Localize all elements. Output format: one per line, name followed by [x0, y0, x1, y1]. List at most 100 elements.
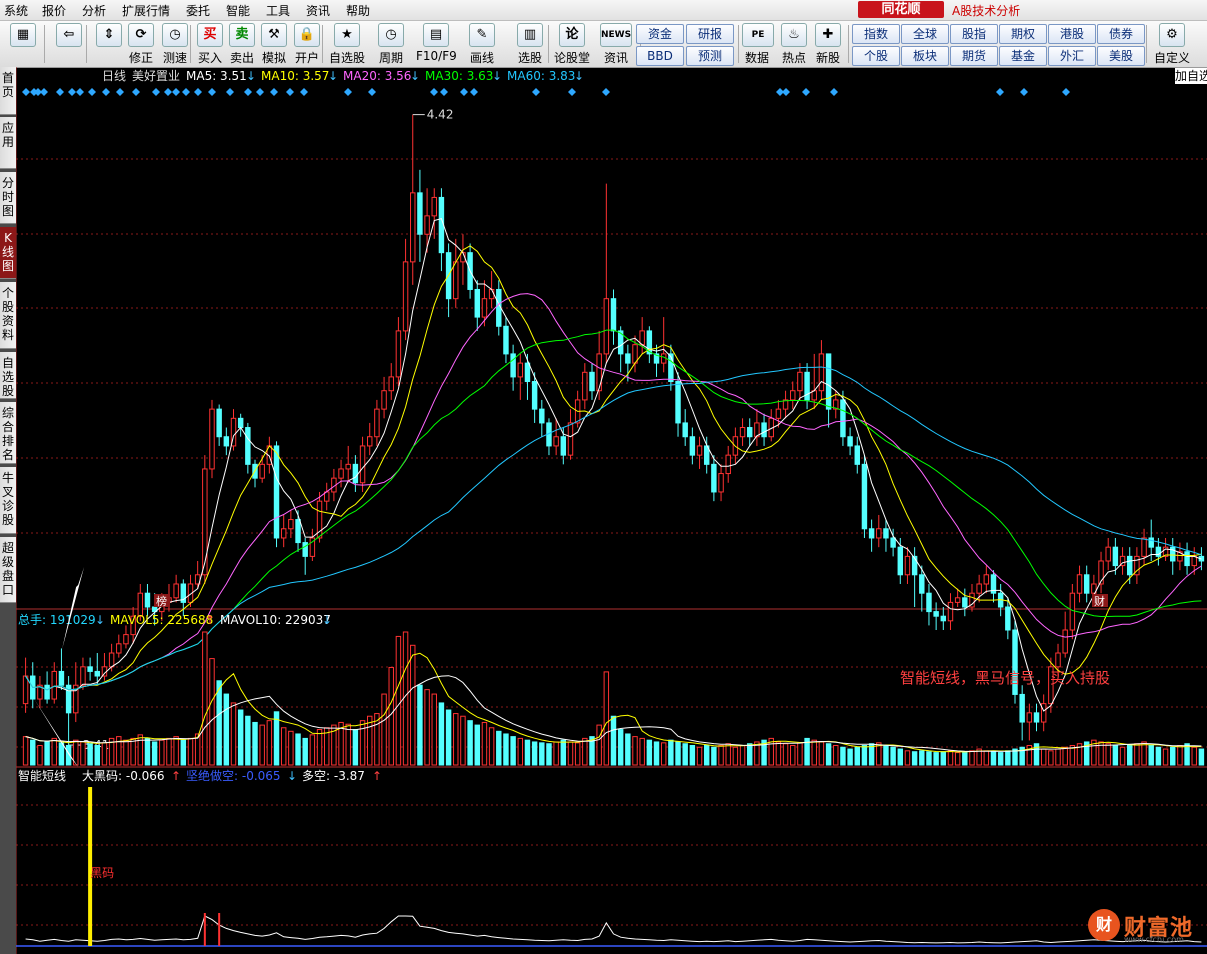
signal-diamond-icon	[152, 88, 160, 96]
side-tab-3[interactable]: K线图	[0, 227, 16, 279]
candle	[288, 519, 294, 530]
volume-bar	[302, 737, 308, 766]
candle	[668, 353, 674, 383]
candle	[453, 261, 459, 300]
volume-bar	[345, 723, 351, 766]
toolbar-button-1[interactable]: ⇦	[52, 23, 86, 49]
toolbar-button-18[interactable]: ✚ 新股	[812, 23, 844, 66]
signal-diamond-icon	[460, 88, 468, 96]
menu-item-4[interactable]: 委托	[186, 2, 210, 19]
stock-chart[interactable]: 4.423.41日线美好置业MA5: 3.51↓MA10: 3.57↓MA20:…	[16, 67, 1207, 954]
market-button-0-5[interactable]: 债券	[1097, 24, 1145, 44]
side-tab-1[interactable]: 应用	[0, 117, 16, 169]
menu-item-0[interactable]: 系统	[4, 2, 28, 19]
toolbar-button-13[interactable]: ▥ 选股	[512, 23, 548, 66]
ma-line	[25, 366, 1202, 691]
market-button-0-1[interactable]: 全球	[901, 24, 949, 44]
volume-bar	[940, 751, 947, 766]
signal-diamond-icon	[194, 88, 202, 96]
volume-bar	[732, 746, 739, 766]
toolbar-button-5[interactable]: 买买入	[196, 23, 224, 66]
toolbar-button-17[interactable]: ♨ 热点	[778, 23, 810, 66]
toolbar-label: 模拟	[261, 51, 286, 65]
volume-bar	[696, 746, 703, 766]
legend-arrow-icon: ↑	[372, 769, 382, 783]
menu-item-1[interactable]: 报价	[42, 2, 66, 19]
candle	[352, 463, 359, 484]
toolbar-button-12[interactable]: ✎ 画线	[462, 23, 502, 66]
volume-bar	[947, 750, 954, 766]
candle	[410, 192, 416, 263]
side-tab-4[interactable]: 个股资料	[0, 282, 16, 349]
market-button-0-2[interactable]: 股指	[950, 24, 998, 44]
side-tab-0[interactable]: 首页	[0, 67, 16, 115]
candle	[976, 583, 982, 594]
toolbar-button-2[interactable]: ⇕	[94, 23, 124, 49]
toolbar-button-6[interactable]: 卖卖出	[228, 23, 256, 66]
toolbar-button-16[interactable]: PE 数据	[742, 23, 774, 66]
volume-bar	[87, 743, 93, 766]
volume-bar	[890, 746, 896, 766]
market-button-1-1[interactable]: 板块	[901, 46, 949, 66]
side-tab-2[interactable]: 分时图	[0, 172, 16, 224]
market-button-0-4[interactable]: 港股	[1048, 24, 1096, 44]
signal-diamond-icon	[996, 88, 1004, 96]
quick-button-0-1[interactable]: 研报	[686, 24, 734, 44]
menu-item-5[interactable]: 智能	[226, 2, 250, 19]
toolbar-button-14[interactable]: 论论股堂	[552, 23, 592, 66]
side-tab-7[interactable]: 牛叉诊股	[0, 467, 16, 534]
toolbar-button-8[interactable]: 🔒 开户	[292, 23, 322, 66]
candle	[108, 652, 115, 668]
toolbar-button-9[interactable]: ★ 自选股	[328, 23, 366, 66]
candle	[825, 353, 832, 410]
add-to-watchlist-button[interactable]: 加自选	[1175, 68, 1207, 84]
volume-bar	[80, 741, 86, 766]
volume-bar	[144, 737, 151, 766]
menu-item-2[interactable]: 分析	[82, 2, 106, 19]
quick-button-1-1[interactable]: 预测	[686, 46, 734, 66]
toolbar-button-4[interactable]: ◷ 测速	[160, 23, 190, 66]
menu-item-7[interactable]: 资讯	[306, 2, 330, 19]
market-button-1-0[interactable]: 个股	[852, 46, 900, 66]
side-tab-8[interactable]: 超级盘口	[0, 537, 16, 603]
candle	[503, 325, 509, 355]
candle	[1040, 703, 1047, 723]
market-button-0-0[interactable]: 指数	[852, 24, 900, 44]
market-button-1-3[interactable]: 基金	[999, 46, 1047, 66]
candle	[1083, 574, 1090, 594]
candle	[947, 601, 954, 622]
menu-item-6[interactable]: 工具	[266, 2, 290, 19]
volume-bar	[359, 720, 366, 766]
toolbar-label: 热点	[781, 51, 806, 65]
toolbar-button-19[interactable]: ⚙ 自定义	[1152, 23, 1192, 66]
grid-icon: ▦	[10, 23, 36, 47]
quick-button-1-0[interactable]: BBD	[636, 46, 684, 66]
toolbar-label: 买入	[197, 51, 222, 65]
candle	[926, 592, 932, 613]
toolbar-separator	[738, 25, 739, 63]
market-button-0-3[interactable]: 期权	[999, 24, 1047, 44]
candle	[381, 390, 387, 410]
candle	[1062, 629, 1068, 654]
menu-item-8[interactable]: 帮助	[346, 2, 370, 19]
market-button-1-5[interactable]: 美股	[1097, 46, 1145, 66]
toolbar-button-10[interactable]: ◷ 周期	[372, 23, 410, 66]
candle	[904, 555, 911, 576]
market-button-1-2[interactable]: 期货	[950, 46, 998, 66]
volume-bar	[22, 736, 29, 766]
toolbar-button-0[interactable]: ▦	[6, 23, 40, 49]
toolbar-button-15[interactable]: NEWS 资讯	[596, 23, 636, 66]
volume-bar	[187, 737, 194, 766]
toolbar-button-11[interactable]: ▤ F10/F9	[416, 23, 457, 63]
side-tab-6[interactable]: 综合排名	[0, 402, 16, 464]
toolbar-button-3[interactable]: ⟳ 修正	[126, 23, 156, 66]
quick-button-0-0[interactable]: 资金	[636, 24, 684, 44]
volume-bar	[1191, 746, 1197, 766]
menu-item-3[interactable]: 扩展行情	[122, 2, 170, 19]
volume-bar	[1005, 750, 1011, 766]
side-tab-5[interactable]: 自选股	[0, 352, 16, 399]
toolbar-button-7[interactable]: ⚒ 模拟	[260, 23, 288, 66]
legend-arrow-icon: ↑	[171, 769, 181, 783]
candle	[1033, 712, 1040, 723]
market-button-1-4[interactable]: 外汇	[1048, 46, 1096, 66]
